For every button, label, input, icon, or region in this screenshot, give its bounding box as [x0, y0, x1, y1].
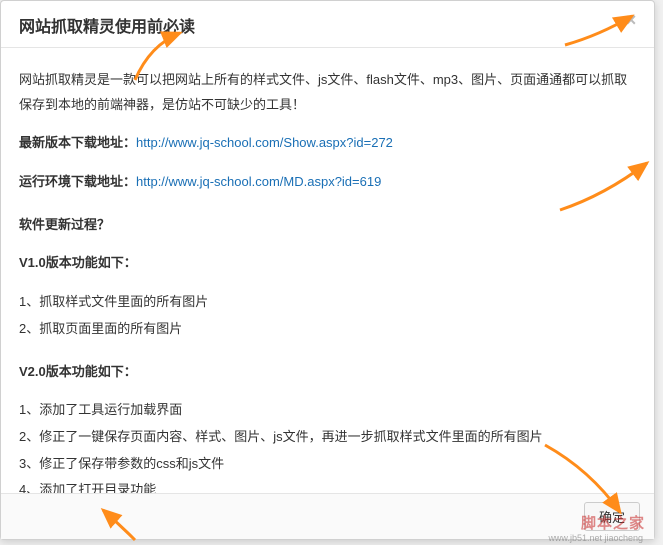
modal-footer: 确定	[1, 493, 654, 539]
modal-title: 网站抓取精灵使用前必读	[19, 13, 636, 37]
v1-heading: V1.0版本功能如下：	[19, 251, 636, 276]
close-icon[interactable]: ×	[622, 11, 640, 29]
v1-list: 1、抓取样式文件里面的所有图片 2、抓取页面里面的所有图片	[19, 290, 636, 341]
modal-dialog: 网站抓取精灵使用前必读 × 网站抓取精灵是一款可以把网站上所有的样式文件、js文…	[0, 0, 655, 540]
list-item: 1、添加了工具运行加载界面	[19, 398, 636, 423]
v2-list: 1、添加了工具运行加载界面 2、修正了一键保存页面内容、样式、图片、js文件，再…	[19, 398, 636, 493]
download-latest-link[interactable]: http://www.jq-school.com/Show.aspx?id=27…	[136, 135, 393, 150]
update-heading: 软件更新过程？	[19, 213, 636, 238]
list-item: 2、修正了一键保存页面内容、样式、图片、js文件，再进一步抓取样式文件里面的所有…	[19, 425, 636, 450]
list-item: 3、修正了保存带参数的css和js文件	[19, 452, 636, 477]
list-item: 1、抓取样式文件里面的所有图片	[19, 290, 636, 315]
download-runtime-label: 运行环境下载地址：	[19, 174, 136, 189]
modal-header: 网站抓取精灵使用前必读 ×	[1, 1, 654, 48]
list-item: 2、抓取页面里面的所有图片	[19, 317, 636, 342]
download-latest-line: 最新版本下载地址：http://www.jq-school.com/Show.a…	[19, 131, 636, 156]
download-latest-label: 最新版本下载地址：	[19, 135, 136, 150]
ok-button[interactable]: 确定	[584, 502, 640, 531]
modal-body[interactable]: 网站抓取精灵是一款可以把网站上所有的样式文件、js文件、flash文件、mp3、…	[1, 48, 654, 493]
v2-heading: V2.0版本功能如下：	[19, 360, 636, 385]
download-runtime-line: 运行环境下载地址：http://www.jq-school.com/MD.asp…	[19, 170, 636, 195]
download-runtime-link[interactable]: http://www.jq-school.com/MD.aspx?id=619	[136, 174, 381, 189]
intro-text: 网站抓取精灵是一款可以把网站上所有的样式文件、js文件、flash文件、mp3、…	[19, 68, 636, 117]
modal-body-wrap: 网站抓取精灵是一款可以把网站上所有的样式文件、js文件、flash文件、mp3、…	[1, 48, 654, 493]
list-item: 4、添加了打开目录功能	[19, 478, 636, 493]
